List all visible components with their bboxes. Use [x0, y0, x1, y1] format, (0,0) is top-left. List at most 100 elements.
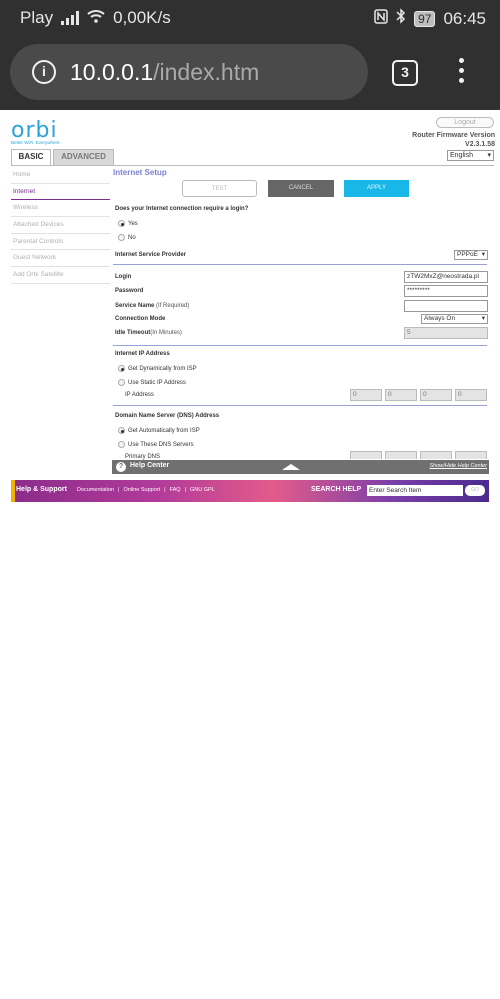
address-bar[interactable]: i 10.0.0.1/index.htm — [10, 44, 368, 100]
isp-select[interactable]: PPPoE — [454, 250, 488, 260]
language-select[interactable]: English — [447, 150, 494, 161]
tabs-icon[interactable]: 3 — [392, 60, 418, 86]
password-label: Password — [115, 288, 144, 294]
status-bar: Play 0,00K/s 97 06:45 — [0, 0, 500, 36]
url-host: 10.0.0.1 — [70, 58, 154, 85]
search-help-input[interactable]: Enter Search Item — [367, 485, 463, 496]
toggle-help-link[interactable]: Show/Hide Help Center — [430, 463, 487, 469]
menu-icon[interactable] — [456, 58, 466, 88]
sidebar-item-guest-network[interactable]: Guest Network — [11, 250, 110, 268]
sidebar-item-parental-controls[interactable]: Parental Controls — [11, 234, 110, 251]
dns-octet-4[interactable] — [455, 451, 487, 459]
service-name-text: Service Name — [115, 303, 155, 309]
login-yes-radio[interactable] — [118, 220, 125, 227]
ip-address-label: IP Address — [125, 392, 154, 398]
login-question: Does your Internet connection require a … — [115, 206, 249, 212]
idle-timeout-text: Idle Timeout — [115, 330, 151, 336]
signal-icon — [61, 11, 80, 25]
login-yes-label: Yes — [128, 220, 138, 227]
dns-octet-2[interactable] — [385, 451, 417, 459]
url-text[interactable]: 10.0.0.1/index.htm — [70, 59, 259, 86]
idle-timeout-label: Idle Timeout(In Minutes) — [115, 330, 182, 336]
ip-dynamic-radio[interactable] — [118, 365, 125, 372]
ip-static-option[interactable]: Use Static IP Address — [118, 379, 186, 386]
service-name-label: Service Name (If Required) — [115, 303, 189, 309]
ip-octet-4[interactable]: 0 — [455, 389, 487, 401]
login-label: Login — [115, 274, 132, 280]
help-circle-icon[interactable]: ? — [116, 462, 126, 472]
dns-auto-option[interactable]: Get Automatically from ISP — [118, 427, 200, 434]
login-no-option[interactable]: No — [118, 234, 136, 241]
idle-timeout-note: (In Minutes) — [150, 330, 182, 336]
connection-mode-select[interactable]: Always On — [421, 314, 488, 324]
dns-section-title: Domain Name Server (DNS) Address — [115, 413, 220, 419]
isp-label: Internet Service Provider — [115, 252, 187, 258]
nfc-icon — [374, 8, 388, 29]
gnu-gpl-link[interactable]: GNU GPL — [190, 487, 215, 493]
main-content: Internet Setup TEST CANCEL APPLY Does yo… — [113, 168, 494, 460]
search-go-button[interactable]: GO — [465, 485, 485, 496]
ip-octet-2[interactable]: 0 — [385, 389, 417, 401]
ip-static-label: Use Static IP Address — [128, 379, 186, 386]
tab-advanced[interactable]: ADVANCED — [53, 149, 114, 165]
clock: 06:45 — [443, 8, 486, 28]
sidebar-item-attached-devices[interactable]: Attached Devices — [11, 217, 110, 234]
logo-tagline: Better WiFi. Everywhere. — [11, 140, 61, 145]
dns-auto-label: Get Automatically from ISP — [128, 427, 200, 434]
apply-button[interactable]: APPLY — [344, 180, 409, 197]
help-center-bar[interactable]: ? Help Center Show/Hide Help Center — [112, 460, 489, 474]
logout-button[interactable]: Logout — [436, 117, 494, 128]
ip-octet-1[interactable]: 0 — [350, 389, 382, 401]
login-no-label: No — [128, 234, 136, 241]
battery-icon: 97 — [414, 10, 436, 27]
faq-link[interactable]: FAQ — [170, 487, 181, 493]
sidebar-item-wireless[interactable]: Wireless — [11, 200, 110, 218]
firmware-version: V2.3.1.58 — [465, 141, 495, 148]
cancel-button[interactable]: CANCEL — [268, 180, 334, 197]
sidebar-item-add-satellite[interactable]: Add Orbi Satellite — [11, 267, 110, 284]
search-help-label: SEARCH HELP — [311, 486, 362, 493]
login-yes-option[interactable]: Yes — [118, 220, 138, 227]
dns-octet-1[interactable] — [350, 451, 382, 459]
wifi-icon — [87, 9, 105, 27]
help-support-title: Help & Support — [16, 486, 67, 493]
login-input[interactable]: zTW2MxZ@neostrada.pl — [404, 271, 488, 283]
chevron-up-icon[interactable] — [282, 464, 300, 470]
test-button[interactable]: TEST — [182, 180, 257, 197]
dns-auto-radio[interactable] — [118, 427, 125, 434]
page-title: Internet Setup — [113, 168, 167, 177]
ip-octet-3[interactable]: 0 — [420, 389, 452, 401]
login-no-radio[interactable] — [118, 234, 125, 241]
section-divider — [113, 405, 487, 406]
section-divider — [113, 345, 487, 346]
browser-toolbar: i 10.0.0.1/index.htm 3 — [0, 36, 500, 110]
ip-dynamic-label: Get Dynamically from ISP — [128, 365, 197, 372]
section-divider — [113, 264, 487, 265]
firmware-label: Router Firmware Version — [412, 132, 495, 139]
link-separator: | — [164, 487, 166, 493]
service-name-note: (If Required) — [156, 303, 190, 309]
dns-octet-3[interactable] — [420, 451, 452, 459]
documentation-link[interactable]: Documentation — [77, 487, 114, 493]
ip-static-radio[interactable] — [118, 379, 125, 386]
link-separator: | — [184, 487, 187, 493]
network-speed: 0,00K/s — [113, 8, 171, 27]
ip-dynamic-option[interactable]: Get Dynamically from ISP — [118, 365, 197, 372]
url-path: /index.htm — [153, 58, 260, 85]
tab-basic[interactable]: BASIC — [11, 149, 51, 165]
sidebar-item-home[interactable]: Home — [11, 167, 110, 184]
dns-manual-radio[interactable] — [118, 441, 125, 448]
info-icon[interactable]: i — [32, 60, 56, 84]
footer-accent — [11, 480, 15, 502]
connection-mode-label: Connection Mode — [115, 316, 166, 322]
help-support-footer: Help & Support Documentation | Online Su… — [11, 480, 489, 502]
idle-timeout-input[interactable]: 5 — [404, 327, 488, 339]
online-support-link[interactable]: Online Support — [123, 487, 160, 493]
link-separator: | — [118, 487, 120, 493]
carrier-name: Play — [20, 8, 54, 27]
bluetooth-icon — [396, 8, 406, 29]
service-name-input[interactable] — [404, 300, 488, 312]
password-input[interactable]: ********* — [404, 285, 488, 297]
dns-manual-option[interactable]: Use These DNS Servers — [118, 441, 194, 448]
sidebar-item-internet[interactable]: Internet — [11, 184, 110, 201]
